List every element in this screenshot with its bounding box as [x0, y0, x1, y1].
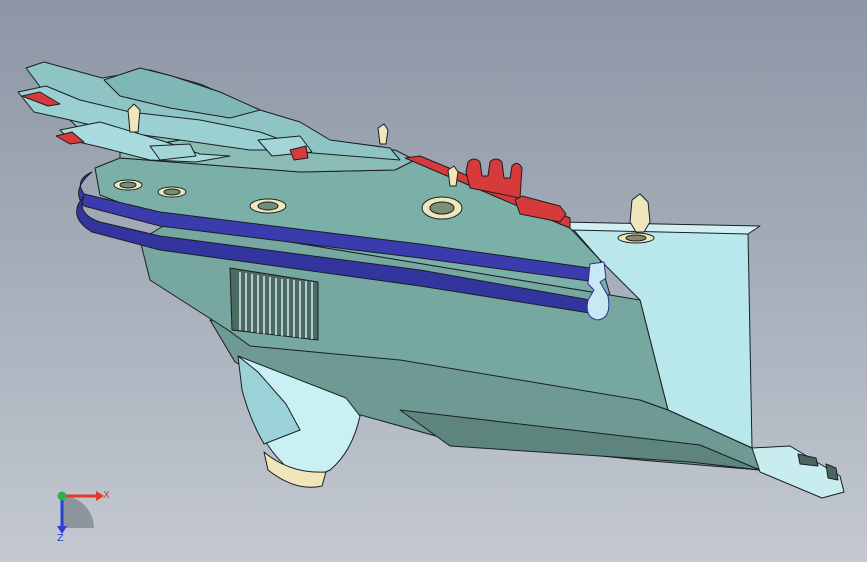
triad-axes [57, 491, 104, 534]
y-axis-dot [57, 491, 67, 501]
cad-model[interactable] [0, 0, 867, 562]
z-axis-label: Z [57, 533, 64, 544]
tail-tab-slot [797, 453, 819, 467]
orientation-triad: X Z [38, 478, 118, 548]
triad-shadow [62, 496, 94, 528]
3d-viewport[interactable]: X Z [0, 0, 867, 562]
x-axis-label: X [103, 490, 110, 501]
tail-tab-slot-2 [825, 463, 839, 481]
